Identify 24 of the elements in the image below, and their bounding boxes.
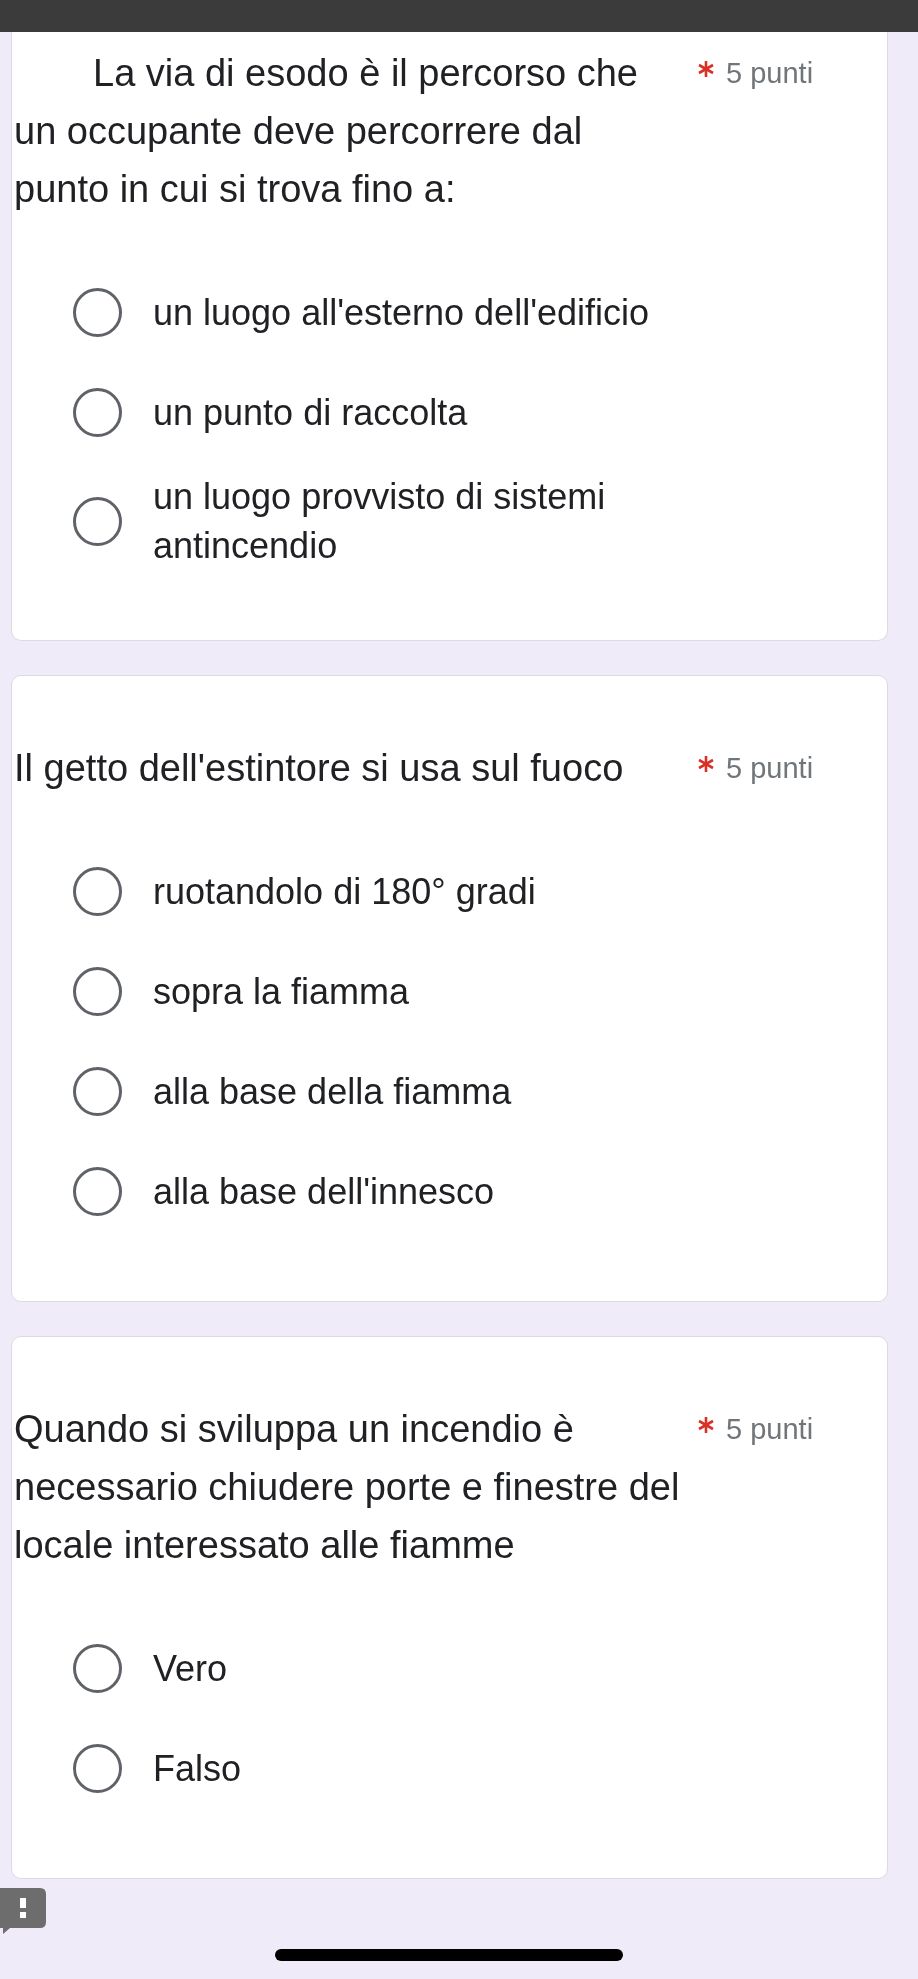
radio-button[interactable] xyxy=(73,287,122,337)
radio-button[interactable] xyxy=(73,387,122,437)
question-text: La via di esodo è il percorso che un occupante deve percorrere dal punto in cui si trova fino a: xyxy=(13,51,639,212)
radio-button[interactable] xyxy=(73,866,122,916)
radio-button[interactable] xyxy=(73,496,122,546)
radio-button[interactable] xyxy=(73,1743,122,1793)
option-label[interactable]: alla base dell'innesco xyxy=(153,1156,713,1226)
option-label[interactable]: Vero xyxy=(153,1633,713,1703)
option-label[interactable]: un punto di raccolta xyxy=(153,377,713,447)
option-label[interactable]: Falso xyxy=(153,1733,713,1803)
points-label: 5 punti xyxy=(726,56,814,91)
radio-button[interactable] xyxy=(73,1066,122,1116)
question-text: Il getto dell'estintore si usa sul fuoco xyxy=(13,746,625,791)
radio-button[interactable] xyxy=(73,1643,122,1693)
option-label[interactable]: alla base della fiamma xyxy=(153,1056,713,1126)
question-text: Quando si sviluppa un incendio è necessario chiudere porte e finestre del locale interessato alle fiamme xyxy=(13,1407,681,1568)
points-label: 5 punti xyxy=(726,1412,814,1447)
radio-button[interactable] xyxy=(73,1166,122,1216)
option-label[interactable]: ruotandolo di 180° gradi xyxy=(153,856,713,926)
option-label[interactable]: un luogo all'esterno dell'edificio xyxy=(153,277,713,347)
points-label: 5 punti xyxy=(726,751,814,786)
option-label[interactable]: un luogo provvisto di sistemi antincendio xyxy=(153,462,713,580)
option-label[interactable]: sopra la fiamma xyxy=(153,956,713,1026)
radio-button[interactable] xyxy=(73,966,122,1016)
